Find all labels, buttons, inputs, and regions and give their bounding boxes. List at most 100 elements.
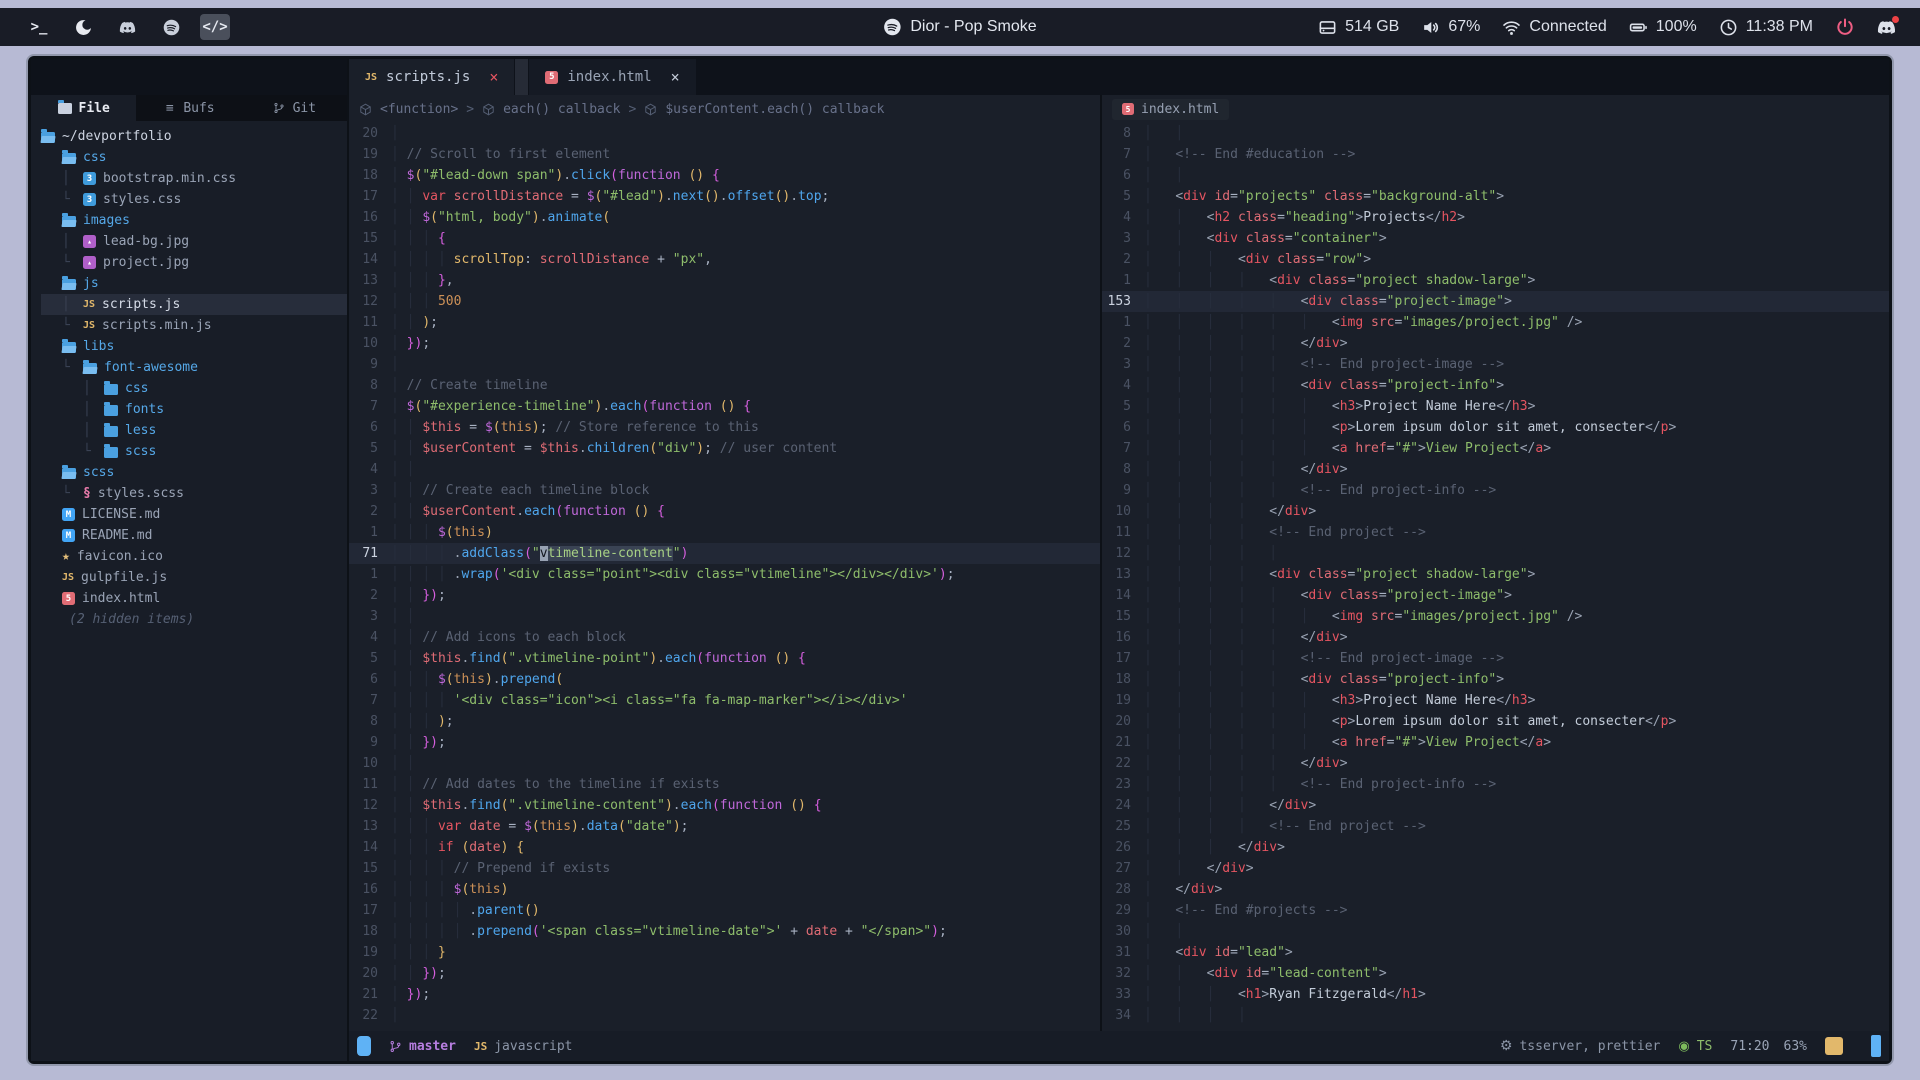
code-line[interactable]: 20│ (349, 123, 1100, 144)
code-line[interactable]: 2│ │ }); (349, 585, 1100, 606)
code-line[interactable]: 13│ │ │ │ <div class="project shadow-lar… (1102, 564, 1889, 585)
code-line[interactable]: 31│ <div id="lead"> (1102, 942, 1889, 963)
code-line[interactable]: 3│ │ (349, 606, 1100, 627)
code-line[interactable]: 3│ │ <div class="container"> (1102, 228, 1889, 249)
tree-item-styles.scss[interactable]: └§styles.scss (41, 483, 347, 504)
code-line[interactable]: 15│ │ │ │ // Prepend if exists (349, 858, 1100, 879)
code-line[interactable]: 8│ │ │ ); (349, 711, 1100, 732)
tree-item-index.html[interactable]: 5index.html (41, 588, 347, 609)
code-line[interactable]: 23│ │ │ │ │ <!-- End project-info --> (1102, 774, 1889, 795)
code-line[interactable]: 29│ <!-- End #projects --> (1102, 900, 1889, 921)
code-editor-index-html[interactable]: 8│ │7│ <!-- End #education -->6│ │5│ <di… (1102, 123, 1889, 1031)
volume-status[interactable]: 67% (1421, 18, 1480, 37)
code-line[interactable]: 22│ │ │ │ │ </div> (1102, 753, 1889, 774)
winbar-file-chip[interactable]: 5 index.html (1112, 99, 1229, 120)
code-line[interactable]: 26│ │ │ </div> (1102, 837, 1889, 858)
tree-item-less[interactable]: │less (41, 420, 347, 441)
code-line[interactable]: 19│ │ │ │ │ │ <h3>Project Name Here</h3> (1102, 690, 1889, 711)
code-line[interactable]: 2│ │ │ <div class="row"> (1102, 249, 1889, 270)
tree-item-scss[interactable]: scss (41, 462, 347, 483)
code-line[interactable]: 9│ │ }); (349, 732, 1100, 753)
close-icon[interactable]: × (671, 68, 680, 86)
tree-item-styles.css[interactable]: └3styles.css (41, 189, 347, 210)
tree-item-scripts.js[interactable]: │JSscripts.js (41, 294, 347, 315)
current-code-line[interactable]: 71│ │ │ │ .addClass("vtimeline-content") (349, 543, 1100, 564)
code-line[interactable]: 19│ │ │ } (349, 942, 1100, 963)
git-branch-status[interactable]: master (389, 1039, 456, 1054)
buffer-tab-index-html[interactable]: 5index.html× (529, 59, 695, 95)
code-line[interactable]: 10│ }); (349, 333, 1100, 354)
code-line[interactable]: 3│ │ │ │ │ <!-- End project-image --> (1102, 354, 1889, 375)
code-line[interactable]: 5│ │ │ │ │ │ <h3>Project Name Here</h3> (1102, 396, 1889, 417)
buffer-tab-scripts-js[interactable]: JSscripts.js× (349, 59, 514, 95)
code-line[interactable]: 7│ │ │ │ │ │ <a href="#">View Project</a… (1102, 438, 1889, 459)
code-line[interactable]: 1│ │ │ │ │ │ <img src="images/project.jp… (1102, 312, 1889, 333)
code-line[interactable]: 8│ │ │ │ │ </div> (1102, 459, 1889, 480)
tree-item-readme.md[interactable]: MREADME.md (41, 525, 347, 546)
moon-icon[interactable] (68, 14, 98, 40)
code-line[interactable]: 18│ │ │ │ │ <div class="project-info"> (1102, 669, 1889, 690)
code-line[interactable]: 27│ │ </div> (1102, 858, 1889, 879)
code-line[interactable]: 14│ │ │ │ scrollTop: scrollDistance + "p… (349, 249, 1100, 270)
code-line[interactable]: 13│ │ │ var date = $(this).data("date"); (349, 816, 1100, 837)
code-line[interactable]: 1│ │ │ │ .wrap('<div class="point"><div … (349, 564, 1100, 585)
code-line[interactable]: 4│ │ // Add icons to each block (349, 627, 1100, 648)
code-line[interactable]: 12│ │ │ 500 (349, 291, 1100, 312)
code-line[interactable]: 2│ │ │ │ │ </div> (1102, 333, 1889, 354)
code-line[interactable]: 1│ │ │ │ <div class="project shadow-larg… (1102, 270, 1889, 291)
tree-item-scss[interactable]: └scss (41, 441, 347, 462)
code-line[interactable]: 10│ │ (349, 753, 1100, 774)
code-line[interactable]: 16│ │ │ │ │ </div> (1102, 627, 1889, 648)
code-line[interactable]: 16│ │ │ │ $(this) (349, 879, 1100, 900)
code-line[interactable]: 15│ │ │ │ │ │ <img src="images/project.j… (1102, 606, 1889, 627)
sidebar-tab-git[interactable]: Git (242, 95, 347, 121)
code-line[interactable]: 2│ │ $userContent.each(function () { (349, 501, 1100, 522)
code-line[interactable]: 11│ │ ); (349, 312, 1100, 333)
code-line[interactable]: 5│ │ $userContent = $this.children("div"… (349, 438, 1100, 459)
spotify-icon[interactable] (156, 14, 186, 40)
tree-item-lead-bg.jpg[interactable]: │▴lead-bg.jpg (41, 231, 347, 252)
code-line[interactable]: 17│ │ │ │ │ .parent() (349, 900, 1100, 921)
code-line[interactable]: 14│ │ │ │ │ <div class="project-image"> (1102, 585, 1889, 606)
tree-item-fonts[interactable]: │fonts (41, 399, 347, 420)
code-line[interactable]: 17│ │ │ │ │ <!-- End project-image --> (1102, 648, 1889, 669)
tree-item-css[interactable]: css (41, 147, 347, 168)
tree-item--devportfolio[interactable]: ~/devportfolio (41, 126, 347, 147)
code-line[interactable]: 15│ │ │ { (349, 228, 1100, 249)
sidebar-tab-file[interactable]: File (31, 95, 136, 121)
tree-item-libs[interactable]: libs (41, 336, 347, 357)
code-editor-scripts-js[interactable]: 20│19│ // Scroll to first element18│ $("… (349, 123, 1100, 1031)
code-line[interactable]: 6│ │ │ │ │ │ <p>Lorem ipsum dolor sit am… (1102, 417, 1889, 438)
code-line[interactable]: 28│ </div> (1102, 879, 1889, 900)
code-line[interactable]: 7│ <!-- End #education --> (1102, 144, 1889, 165)
code-line[interactable]: 10│ │ │ │ </div> (1102, 501, 1889, 522)
code-line[interactable]: 8│ // Create timeline (349, 375, 1100, 396)
code-line[interactable]: 4│ │ (349, 459, 1100, 480)
code-line[interactable]: 4│ │ <h2 class="heading">Projects</h2> (1102, 207, 1889, 228)
tree-item-css[interactable]: │css (41, 378, 347, 399)
code-line[interactable]: 33│ │ │ <h1>Ryan Fitzgerald</h1> (1102, 984, 1889, 1005)
code-line[interactable]: 24│ │ │ │ </div> (1102, 795, 1889, 816)
code-line[interactable]: 20│ │ }); (349, 963, 1100, 984)
battery-status[interactable]: 100% (1629, 18, 1697, 37)
code-line[interactable]: 22│ (349, 1005, 1100, 1026)
close-icon[interactable]: × (489, 68, 498, 86)
power-icon[interactable] (1835, 17, 1855, 37)
code-line[interactable]: 16│ │ $("html, body").animate( (349, 207, 1100, 228)
breadcrumb-item[interactable]: each() callback (482, 102, 620, 117)
code-line[interactable]: 32│ │ <div id="lead-content"> (1102, 963, 1889, 984)
breadcrumb-item[interactable]: $userContent.each() callback (644, 102, 884, 117)
code-line[interactable]: 7│ │ │ │ '<div class="icon"><i class="fa… (349, 690, 1100, 711)
code-line[interactable]: 30│ │ (1102, 921, 1889, 942)
discord-icon[interactable] (112, 14, 142, 40)
code-line[interactable]: 25│ │ │ │ <!-- End project --> (1102, 816, 1889, 837)
code-line[interactable]: 6│ │ │ $(this).prepend( (349, 669, 1100, 690)
tree-item-gulpfile.js[interactable]: JSgulpfile.js (41, 567, 347, 588)
tree-item-scripts.min.js[interactable]: └JSscripts.min.js (41, 315, 347, 336)
code-line[interactable]: 12│ │ │ │ │ (1102, 543, 1889, 564)
code-line[interactable]: 13│ │ │ }, (349, 270, 1100, 291)
code-line[interactable]: 20│ │ │ │ │ │ <p>Lorem ipsum dolor sit a… (1102, 711, 1889, 732)
tree-item-images[interactable]: images (41, 210, 347, 231)
code-icon[interactable]: </> (200, 14, 230, 40)
code-line[interactable]: 14│ │ │ if (date) { (349, 837, 1100, 858)
